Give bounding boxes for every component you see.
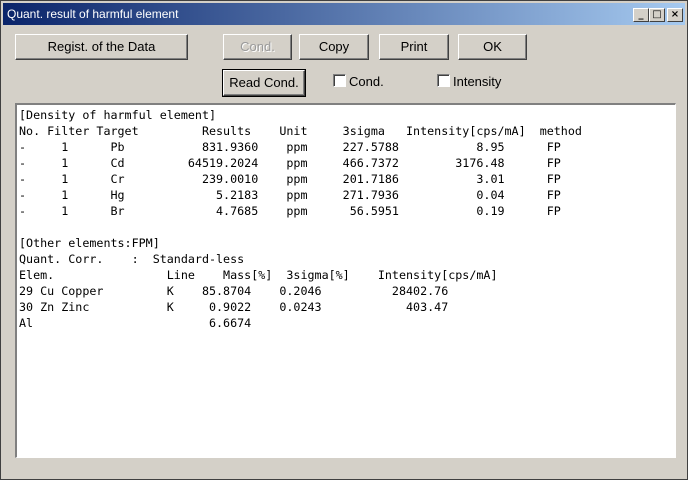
close-button[interactable]: × bbox=[667, 8, 683, 22]
regist-data-button[interactable]: Regist. of the Data bbox=[15, 34, 188, 60]
intensity-checkbox-label: Intensity bbox=[453, 74, 502, 89]
window-title: Quant. result of harmful element bbox=[7, 7, 179, 21]
report-line: 30 Zn Zinc K 0.9022 0.0243 403.47 bbox=[19, 300, 449, 314]
cond-checkbox-label: Cond. bbox=[349, 74, 384, 89]
report-line bbox=[19, 219, 669, 235]
minimize-button[interactable]: _ bbox=[633, 8, 649, 22]
report-line: [Other elements:FPM] bbox=[19, 236, 160, 250]
report-line: No. Filter Target Results Unit 3sigma In… bbox=[19, 124, 582, 138]
cond-checkbox[interactable]: Cond. bbox=[333, 74, 384, 89]
report-line: - 1 Cd 64519.2024 ppm 466.7372 3176.48 F… bbox=[19, 156, 561, 170]
cond-button: Cond. bbox=[223, 34, 292, 60]
report-line: - 1 Br 4.7685 ppm 56.5951 0.19 FP bbox=[19, 204, 561, 218]
read-cond-button[interactable]: Read Cond. bbox=[222, 69, 306, 97]
intensity-checkbox-box[interactable] bbox=[437, 74, 450, 87]
report-line: - 1 Cr 239.0010 ppm 201.7186 3.01 FP bbox=[19, 172, 561, 186]
report-line: 29 Cu Copper K 85.8704 0.2046 28402.76 bbox=[19, 284, 449, 298]
report-line: [Density of harmful element] bbox=[19, 108, 217, 122]
report-line: - 1 Hg 5.2183 ppm 271.7936 0.04 FP bbox=[19, 188, 561, 202]
maximize-button[interactable]: □ bbox=[649, 8, 665, 22]
intensity-checkbox[interactable]: Intensity bbox=[437, 74, 501, 89]
dialog-window: Quant. result of harmful element _ □ × R… bbox=[0, 0, 688, 480]
cond-checkbox-box[interactable] bbox=[333, 74, 346, 87]
ok-button[interactable]: OK bbox=[458, 34, 527, 60]
print-button[interactable]: Print bbox=[379, 34, 449, 60]
title-bar[interactable]: Quant. result of harmful element _ □ × bbox=[3, 3, 685, 25]
report-line: Al 6.6674 bbox=[19, 316, 252, 330]
results-text-area[interactable]: [Density of harmful element] No. Filter … bbox=[15, 103, 676, 458]
copy-button[interactable]: Copy bbox=[299, 34, 369, 60]
report-line: Elem. Line Mass[%] 3sigma[%] Intensity[c… bbox=[19, 268, 498, 282]
report-line: Quant. Corr. : Standard-less bbox=[19, 252, 245, 266]
report-line: - 1 Pb 831.9360 ppm 227.5788 8.95 FP bbox=[19, 140, 561, 154]
